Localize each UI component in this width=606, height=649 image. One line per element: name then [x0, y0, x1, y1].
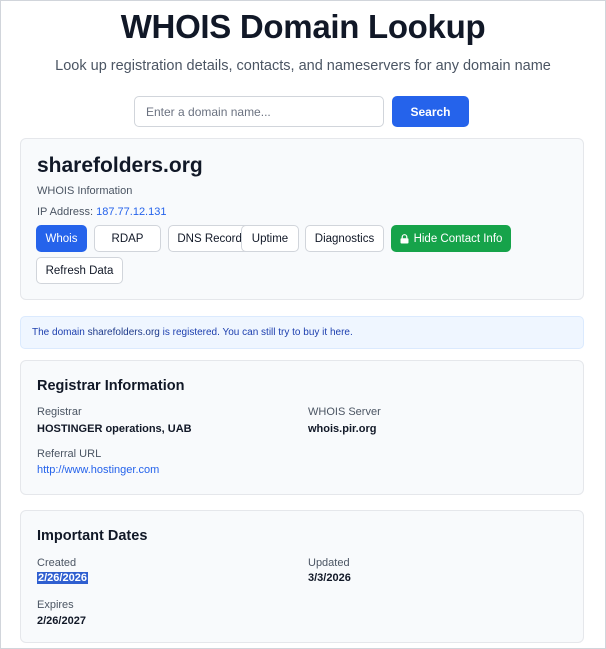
created-label: Created: [37, 557, 77, 569]
notice-suffix[interactable]: is registered. You can still try to buy …: [163, 327, 353, 338]
referral-url-label: Referral URL: [37, 448, 102, 460]
tab-whois[interactable]: Whois: [36, 225, 87, 252]
registrar-heading: Registrar Information: [37, 378, 185, 394]
page-subtitle: Look up registration details, contacts, …: [55, 58, 551, 74]
ip-address-label: IP Address:: [37, 206, 94, 218]
hide-contact-info-label: Hide Contact Info: [413, 232, 503, 245]
search-button[interactable]: Search: [392, 96, 469, 127]
whois-server-value: whois.pir.org: [308, 423, 377, 435]
registrar-info-card: Registrar Information Registrar HOSTINGE…: [20, 360, 584, 495]
important-dates-card: Important Dates Created 2/26/2026 Update…: [20, 510, 584, 643]
tab-rdap-label: RDAP: [111, 232, 144, 245]
dates-heading: Important Dates: [37, 528, 148, 544]
expires-value: 2/26/2027: [37, 615, 86, 627]
whois-info-label: WHOIS Information: [37, 185, 133, 197]
notice-domain: sharefolders.org: [87, 327, 160, 338]
refresh-data-label: Refresh Data: [45, 264, 114, 277]
updated-value: 3/3/2026: [308, 572, 351, 584]
tab-rdap[interactable]: RDAP: [94, 225, 161, 252]
referral-url-link[interactable]: http://www.hostinger.com: [37, 464, 159, 476]
tab-diagnostics-label: Diagnostics: [314, 232, 375, 245]
whois-server-label: WHOIS Server: [308, 406, 381, 418]
refresh-data-button[interactable]: Refresh Data: [36, 257, 123, 284]
ip-address-line: IP Address: 187.77.12.131: [37, 206, 166, 218]
domain-summary-card: sharefolders.org WHOIS Information IP Ad…: [20, 138, 584, 300]
tab-uptime[interactable]: Uptime: [241, 225, 299, 252]
page-title: WHOIS Domain Lookup: [120, 8, 486, 45]
domain-name: sharefolders.org: [37, 154, 203, 177]
registrar-value: HOSTINGER operations, UAB: [37, 423, 192, 435]
registrar-label: Registrar: [37, 406, 82, 418]
created-value: 2/26/2026: [37, 572, 88, 584]
tab-whois-label: Whois: [45, 232, 78, 245]
ip-address-value[interactable]: 187.77.12.131: [96, 206, 166, 218]
lock-icon: [400, 233, 409, 244]
created-value-text: 2/26/2026: [37, 572, 88, 584]
tab-uptime-label: Uptime: [251, 232, 289, 245]
domain-search-input[interactable]: [134, 96, 384, 127]
tab-dns-records-label: DNS Records: [177, 232, 248, 245]
page: WHOIS Domain Lookup Look up registration…: [1, 1, 605, 648]
registration-notice: The domain sharefolders.org is registere…: [20, 316, 584, 349]
notice-prefix: The domain: [32, 327, 85, 338]
updated-label: Updated: [308, 557, 350, 569]
tab-diagnostics[interactable]: Diagnostics: [305, 225, 384, 252]
expires-label: Expires: [37, 599, 74, 611]
hide-contact-info-button[interactable]: Hide Contact Info: [391, 225, 511, 252]
